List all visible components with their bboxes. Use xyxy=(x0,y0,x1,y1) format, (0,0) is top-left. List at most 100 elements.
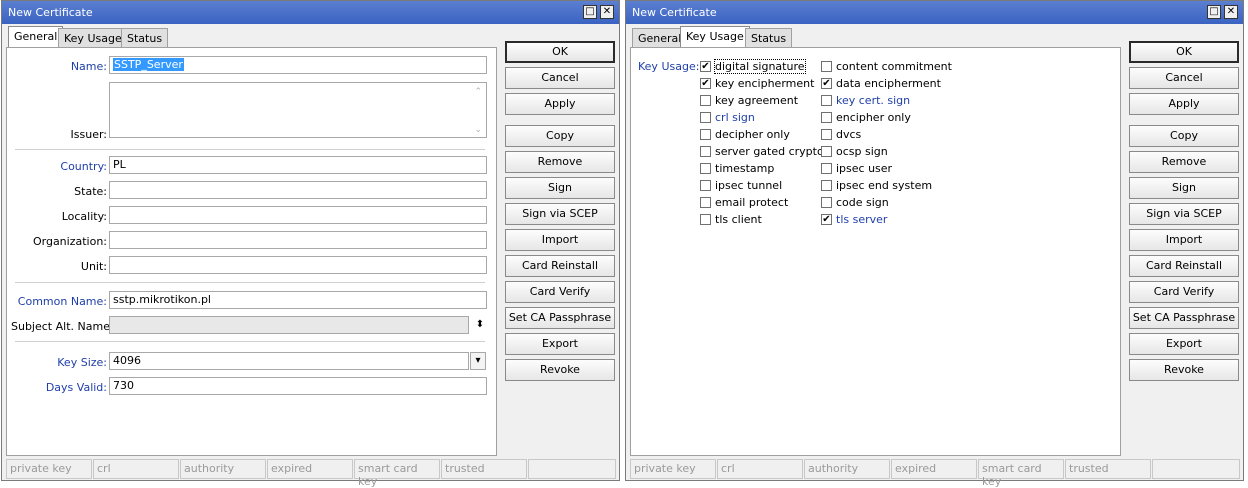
separator xyxy=(15,282,485,284)
checkbox-label: digital signature xyxy=(714,59,806,74)
window-title: New Certificate xyxy=(632,6,717,19)
sign-via-scep-button[interactable]: Sign via SCEP xyxy=(1129,203,1239,225)
checkbox[interactable] xyxy=(700,214,711,225)
close-icon[interactable]: ✕ xyxy=(600,5,614,19)
checkbox[interactable] xyxy=(700,129,711,140)
tab-general[interactable]: General xyxy=(8,26,64,48)
checkbox[interactable] xyxy=(821,95,832,106)
ok-button[interactable]: OK xyxy=(505,41,615,63)
checkbox[interactable] xyxy=(821,129,832,140)
card-reinstall-button[interactable]: Card Reinstall xyxy=(505,255,615,277)
common-name-input[interactable]: sstp.mikrotikon.pl xyxy=(109,291,487,309)
sign-via-scep-button[interactable]: Sign via SCEP xyxy=(505,203,615,225)
checkbox-label: decipher only xyxy=(715,128,790,141)
checkbox[interactable] xyxy=(700,197,711,208)
export-button[interactable]: Export xyxy=(505,333,615,355)
title-bar: New Certificate □ ✕ xyxy=(2,1,619,24)
common-name-label: Common Name: xyxy=(17,295,107,308)
remove-button[interactable]: Remove xyxy=(1129,151,1239,173)
checkbox[interactable]: ✔ xyxy=(700,78,711,89)
card-verify-button[interactable]: Card Verify xyxy=(1129,281,1239,303)
key-usage-panel: Key Usage: ✔ digital signature ✔ key enciph… xyxy=(630,47,1121,456)
key-usage-label: Key Usage: xyxy=(638,60,700,73)
cancel-button[interactable]: Cancel xyxy=(1129,67,1239,89)
checkbox-label: ocsp sign xyxy=(836,145,888,158)
checkbox[interactable] xyxy=(700,163,711,174)
state-input[interactable] xyxy=(109,181,487,199)
checkbox[interactable]: ✔ xyxy=(821,78,832,89)
apply-button[interactable]: Apply xyxy=(505,93,615,115)
checkbox[interactable] xyxy=(821,112,832,123)
cancel-button[interactable]: Cancel xyxy=(505,67,615,89)
checkbox[interactable]: ✔ xyxy=(821,214,832,225)
status-authority: authority xyxy=(180,459,266,479)
checkbox[interactable] xyxy=(700,146,711,157)
checkbox[interactable] xyxy=(700,180,711,191)
import-button[interactable]: Import xyxy=(505,229,615,251)
up-down-arrows-icon[interactable]: ⬍ xyxy=(472,316,488,334)
scroll-up-icon[interactable]: ⌃ xyxy=(474,87,482,97)
status-crl: crl xyxy=(93,459,179,479)
name-input[interactable]: SSTP_Server xyxy=(109,56,487,74)
checkbox-label: dvcs xyxy=(836,128,862,141)
checkbox-label: key encipherment xyxy=(715,77,815,90)
checkbox[interactable] xyxy=(821,197,832,208)
revoke-button[interactable]: Revoke xyxy=(1129,359,1239,381)
checkbox[interactable] xyxy=(821,61,832,72)
maximize-icon[interactable]: □ xyxy=(1207,5,1221,19)
status-private-key: private key xyxy=(630,459,716,479)
sign-button[interactable]: Sign xyxy=(1129,177,1239,199)
new-certificate-window-key-usage: New Certificate □ ✕ General Key Usage St… xyxy=(625,0,1244,488)
scroll-down-icon[interactable]: ⌄ xyxy=(474,125,482,135)
set-ca-passphrase-button[interactable]: Set CA Passphrase xyxy=(1129,307,1239,329)
status-smart-card-key: smart card key xyxy=(354,459,440,488)
tab-key-usage[interactable]: Key Usage xyxy=(680,26,750,48)
tab-status[interactable]: Status xyxy=(121,28,169,47)
subject-alt-name-input[interactable] xyxy=(109,316,469,334)
country-input[interactable]: PL xyxy=(109,156,487,174)
key-size-select[interactable]: 4096 xyxy=(109,352,469,370)
import-button[interactable]: Import xyxy=(1129,229,1239,251)
status-empty xyxy=(528,459,616,479)
maximize-icon[interactable]: □ xyxy=(583,5,597,19)
checkbox[interactable] xyxy=(821,146,832,157)
dropdown-arrow-icon[interactable]: ▾ xyxy=(470,352,486,370)
window-title: New Certificate xyxy=(8,6,93,19)
days-valid-input[interactable]: 730 xyxy=(109,377,487,395)
general-panel: Name: SSTP_Server ⌃ ⌄ Issuer: Country: P… xyxy=(6,47,497,456)
revoke-button[interactable]: Revoke xyxy=(505,359,615,381)
checkbox[interactable] xyxy=(821,180,832,191)
organization-input[interactable] xyxy=(109,231,487,249)
ok-button[interactable]: OK xyxy=(1129,41,1239,63)
checkbox-label: code sign xyxy=(836,196,889,209)
days-valid-label: Days Valid: xyxy=(45,381,107,394)
checkbox-label: tls server xyxy=(836,213,888,226)
unit-input[interactable] xyxy=(109,256,487,274)
card-reinstall-button[interactable]: Card Reinstall xyxy=(1129,255,1239,277)
checkbox-label: encipher only xyxy=(836,111,911,124)
remove-button[interactable]: Remove xyxy=(505,151,615,173)
status-empty xyxy=(1152,459,1240,479)
close-icon[interactable]: ✕ xyxy=(1224,5,1238,19)
checkbox[interactable] xyxy=(700,95,711,106)
checkbox[interactable] xyxy=(700,112,711,123)
locality-input[interactable] xyxy=(109,206,487,224)
checkbox-label: content commitment xyxy=(836,60,952,73)
apply-button[interactable]: Apply xyxy=(1129,93,1239,115)
tab-key-usage[interactable]: Key Usage xyxy=(58,28,128,47)
copy-button[interactable]: Copy xyxy=(505,125,615,147)
tab-status[interactable]: Status xyxy=(745,28,793,47)
sign-button[interactable]: Sign xyxy=(505,177,615,199)
checkbox-label: email protect xyxy=(715,196,789,209)
set-ca-passphrase-button[interactable]: Set CA Passphrase xyxy=(505,307,615,329)
locality-label: Locality: xyxy=(61,210,107,223)
checkbox-label: key agreement xyxy=(715,94,799,107)
copy-button[interactable]: Copy xyxy=(1129,125,1239,147)
checkbox[interactable]: ✔ xyxy=(700,61,711,72)
checkbox[interactable] xyxy=(821,163,832,174)
status-bar: private key crl authority expired smart … xyxy=(4,459,617,488)
key-size-label: Key Size: xyxy=(57,356,107,369)
card-verify-button[interactable]: Card Verify xyxy=(505,281,615,303)
issuer-textarea[interactable]: ⌃ ⌄ xyxy=(109,82,487,138)
export-button[interactable]: Export xyxy=(1129,333,1239,355)
